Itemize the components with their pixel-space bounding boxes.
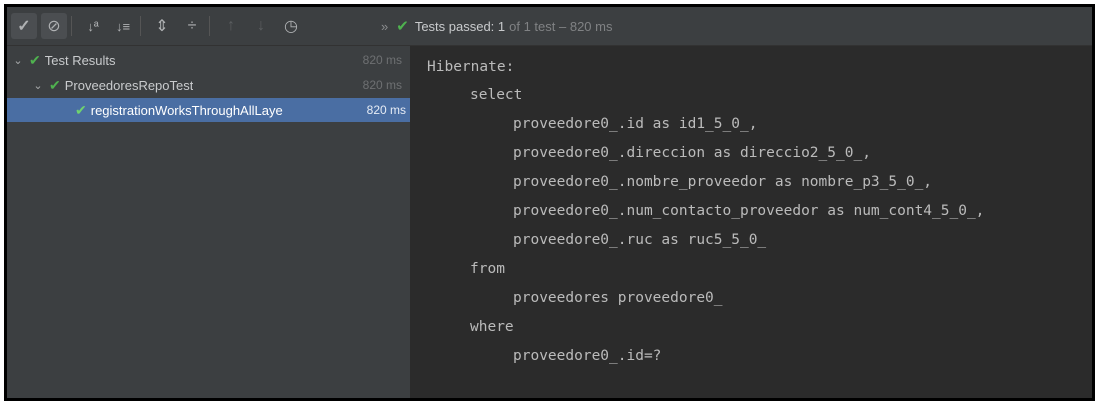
sort-alphabetically-icon[interactable]: ↓ª [80, 13, 106, 39]
toolbar-separator [140, 16, 141, 36]
console-line: proveedore0_.direccion as direccio2_5_0_… [513, 145, 871, 161]
chevron-down-icon[interactable]: ⌄ [31, 79, 45, 92]
previous-failed-icon[interactable]: ↑ [218, 13, 244, 39]
show-passed-icon[interactable]: ✓ [11, 13, 37, 39]
console-line: proveedore0_.num_contacto_proveedor as n… [513, 203, 985, 219]
tree-item-duration: 820 ms [366, 103, 406, 117]
console-line: proveedore0_.ruc as ruc5_5_0_ [513, 232, 767, 248]
tests-passed-label: Tests passed: 1 [414, 18, 506, 34]
chevron-right-icon[interactable]: » [381, 19, 388, 34]
test-tree-panel: ⌄ ✔ Test Results 820 ms ⌄ ✔ ProveedoresR… [7, 46, 411, 398]
console-line: from [470, 261, 505, 277]
check-icon: ✔ [396, 18, 409, 35]
tests-passed-detail: of 1 test – 820 ms [509, 18, 613, 34]
test-status-bar: » ✔ Tests passed: 1 of 1 test – 820 ms [381, 7, 612, 45]
console-line: Hibernate: [427, 59, 515, 75]
check-icon: ✔ [29, 51, 41, 68]
toolbar-separator [71, 16, 72, 36]
tree-item-proveedores-repo-test[interactable]: ⌄ ✔ ProveedoresRepoTest 820 ms [7, 73, 410, 97]
expand-all-icon[interactable]: ⇕ [149, 13, 175, 39]
tree-item-registration-test[interactable]: ✔ registrationWorksThroughAllLaye 820 ms [7, 98, 410, 122]
tree-item-duration: 820 ms [362, 78, 402, 92]
tree-item-duration: 820 ms [362, 53, 402, 67]
check-icon: ✔ [75, 101, 87, 118]
console-line: proveedore0_.id=? [513, 348, 662, 364]
chevron-down-icon[interactable]: ⌄ [11, 54, 25, 67]
check-icon: ✔ [49, 76, 61, 93]
tree-item-label: registrationWorksThroughAllLaye [90, 102, 283, 118]
console-line: proveedores proveedore0_ [513, 290, 723, 306]
next-failed-icon[interactable]: ↓ [248, 13, 274, 39]
tree-item-label: Test Results [44, 52, 116, 68]
console-line: where [470, 319, 514, 335]
tree-item-test-results[interactable]: ⌄ ✔ Test Results 820 ms [7, 48, 410, 72]
console-line: proveedore0_.id as id1_5_0_, [513, 116, 758, 132]
test-runner-window: ✓ ⊘ ↓ª ↓≡ ⇕ ÷ ↑ ↓ ◷ » ✔ Tests passed: 1 … [4, 4, 1095, 401]
console-output[interactable]: Hibernate: select proveedore0_.id as id1… [411, 46, 1092, 398]
test-history-icon[interactable]: ◷ [278, 13, 304, 39]
collapse-all-icon[interactable]: ÷ [179, 13, 205, 39]
console-line: proveedore0_.nombre_proveedor as nombre_… [513, 174, 933, 190]
sort-by-duration-icon[interactable]: ↓≡ [110, 13, 136, 39]
show-ignored-icon[interactable]: ⊘ [41, 13, 67, 39]
console-line: select [470, 87, 523, 103]
toolbar-separator [209, 16, 210, 36]
tree-item-label: ProveedoresRepoTest [64, 77, 194, 93]
